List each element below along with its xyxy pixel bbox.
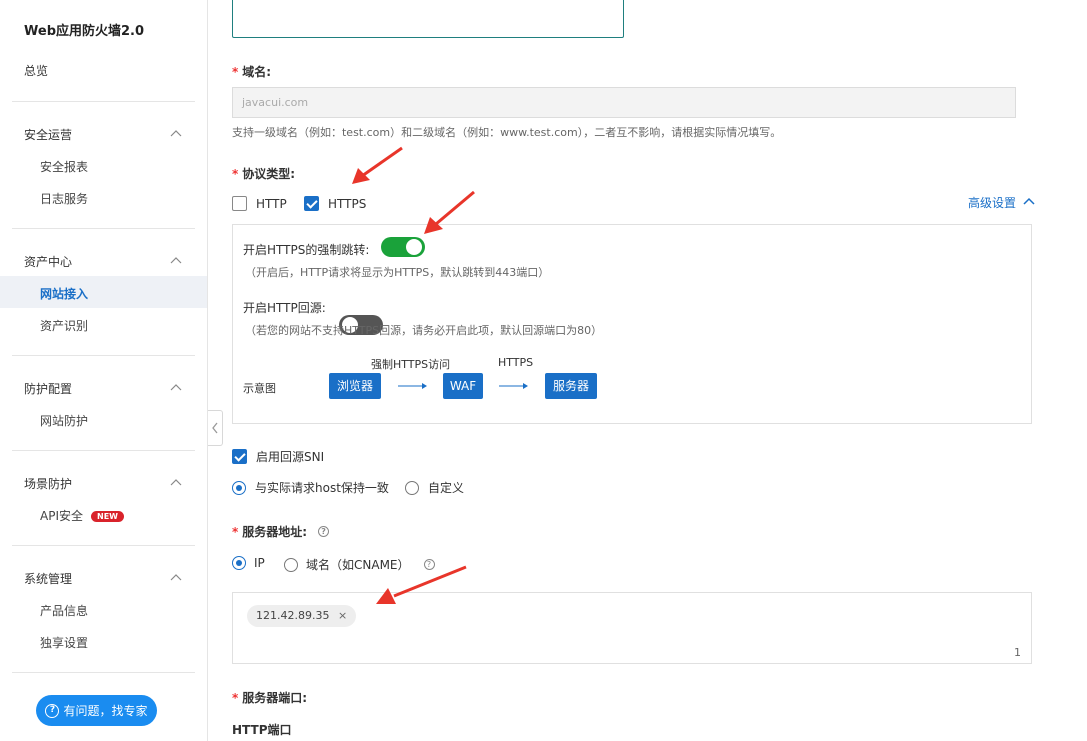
sidebar-item-asset-identify[interactable]: 资产识别 [40,317,88,334]
sidebar-group-system-management[interactable]: 系统管理 [24,570,72,587]
ip-label: IP [254,556,265,570]
http-label: HTTP [256,196,287,211]
https-checkbox[interactable] [304,196,319,211]
sni-checkbox-row[interactable]: 启用回源SNI [232,448,324,465]
http-origin-label: 开启HTTP回源: [243,301,326,315]
question-icon: ? [45,703,60,718]
annotation-arrow-icon [424,190,475,234]
ip-tag-value: 121.42.89.35 [256,609,330,622]
sidebar-item-api-security[interactable]: API安全 NEW [40,507,124,524]
server-address-label-row: * 服务器地址: ? [232,523,330,540]
divider [12,672,195,673]
main-content: * 域名: javacui.com 支持一级域名（例如：test.com）和二级域… [208,0,1087,741]
chevron-up-icon[interactable] [170,255,182,267]
required-mark: * [232,691,239,705]
https-checkbox-row[interactable]: HTTPS [304,196,366,211]
sni-option-same[interactable]: 与实际请求host保持一致 [232,479,389,496]
sidebar-item-log-service[interactable]: 日志服务 [40,190,88,207]
http-checkbox[interactable] [232,196,247,211]
sidebar-group-protection-config[interactable]: 防护配置 [24,380,72,397]
annotation-arrow-icon [376,565,467,604]
diagram-waf-node: WAF [443,373,483,399]
divider [12,101,195,102]
sidebar-group-asset-center[interactable]: 资产中心 [24,253,72,270]
arrow-right-icon [398,383,427,389]
server-ip-textarea[interactable]: 121.42.89.35 × 1 [232,592,1032,664]
protocol-label-row: * 协议类型: [232,165,295,182]
divider [12,228,195,229]
ask-expert-label: 有问题，找专家 [63,704,148,718]
advanced-settings-toggle[interactable]: 高级设置 [968,194,1035,211]
server-option-ip[interactable]: IP [232,556,265,570]
ip-count: 1 [1014,646,1021,659]
diagram-server-node: 服务器 [545,373,597,399]
divider [12,450,195,451]
help-icon[interactable]: ? [318,526,330,537]
domain-label-row: * 域名: [232,63,271,80]
sidebar-group-scenario-protection[interactable]: 场景防护 [24,475,72,492]
sni-checkbox[interactable] [232,449,247,464]
app-title: Web应用防火墙2.0 [24,24,145,39]
sni-option-custom[interactable]: 自定义 [405,479,464,496]
chevron-up-icon[interactable] [170,572,182,584]
diagram-browser-node: 浏览器 [329,373,381,399]
sni-label: 启用回源SNI [256,450,325,464]
diagram-label: 示意图 [243,382,276,395]
chevron-up-icon[interactable] [170,128,182,140]
close-icon[interactable]: × [338,609,347,622]
arrow-right-icon [499,383,528,389]
domain-label: 域名: [242,65,272,79]
sidebar-item-product-info[interactable]: 产品信息 [40,602,88,619]
domain-radio[interactable] [284,557,298,572]
previous-textarea[interactable] [232,0,624,38]
server-port-label-row: * 服务器端口: [232,689,307,706]
divider [12,355,195,356]
domain-hint: 支持一级域名（例如：test.com）和二级域名（例如：www.test.com… [232,126,782,139]
new-badge: NEW [91,511,124,522]
required-mark: * [232,524,239,539]
domain-input[interactable]: javacui.com [232,87,1016,118]
diagram-force-https-label: 强制HTTPS访问 [371,358,451,371]
diagram-https-label: HTTPS [498,356,534,369]
chevron-up-icon[interactable] [170,477,182,489]
http-port-label: HTTP端口 [232,723,292,737]
sidebar-item-website-protection[interactable]: 网站防护 [40,412,88,429]
sidebar-group-security-ops[interactable]: 安全运营 [24,126,72,143]
required-mark: * [232,167,239,181]
sni-same-label: 与实际请求host保持一致 [255,481,389,495]
chevron-up-icon[interactable] [170,382,182,394]
chevron-up-icon [1023,197,1035,205]
sni-same-radio[interactable] [232,480,246,495]
annotation-arrow-icon [352,146,403,184]
ip-tag: 121.42.89.35 × [247,605,357,627]
http-checkbox-row[interactable]: HTTP [232,196,287,211]
force-https-hint: （开启后，HTTP请求将显示为HTTPS，默认跳转到443端口） [245,266,550,279]
ip-radio[interactable] [232,556,246,570]
server-port-label: 服务器端口: [242,691,308,705]
sni-custom-radio[interactable] [405,480,419,495]
sidebar-item-website-access[interactable]: 网站接入 [40,285,88,302]
https-label: HTTPS [328,196,367,211]
sni-custom-label: 自定义 [428,481,465,495]
sidebar-item-exclusive-settings[interactable]: 独享设置 [40,634,88,651]
advanced-settings-label: 高级设置 [968,196,1017,210]
force-https-label: 开启HTTPS的强制跳转: [243,243,370,257]
ask-expert-button[interactable]: ? 有问题，找专家 [36,695,157,726]
sidebar-item-security-report[interactable]: 安全报表 [40,158,88,175]
server-address-label: 服务器地址: [242,525,308,539]
sidebar-item-overview[interactable]: 总览 [24,62,48,79]
divider [12,545,195,546]
sidebar: Web应用防火墙2.0 总览 安全运营 安全报表 日志服务 资产中心 网站接入 … [0,0,208,741]
sidebar-item-label: API安全 [40,509,83,523]
protocol-label: 协议类型: [242,167,296,181]
active-item-highlight [0,276,207,308]
required-mark: * [232,65,239,79]
http-origin-hint: （若您的网站不支持HTTPS回源，请务必开启此项，默认回源端口为80） [245,324,603,337]
advanced-settings-panel: 开启HTTPS的强制跳转: （开启后，HTTP请求将显示为HTTPS，默认跳转到… [232,224,1032,424]
